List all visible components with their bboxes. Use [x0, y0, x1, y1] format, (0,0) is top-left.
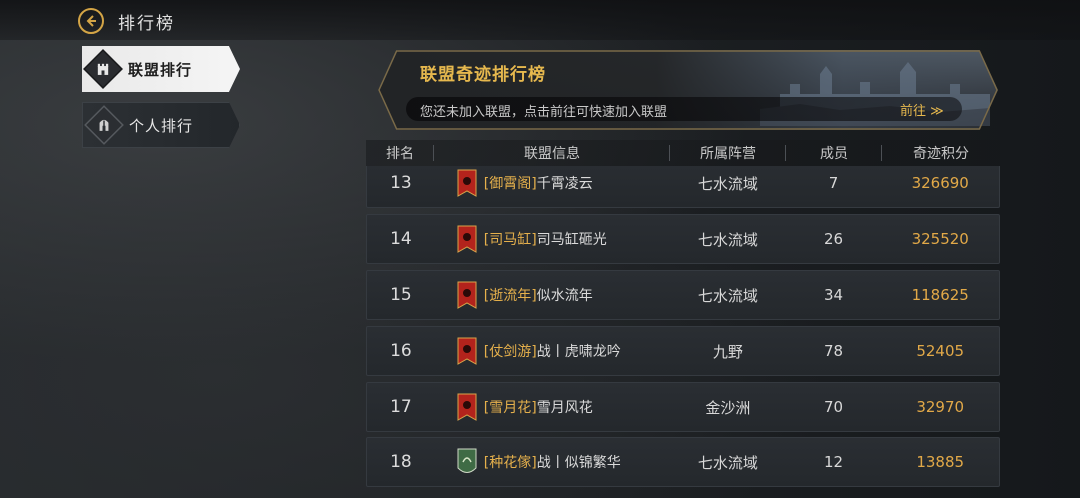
- col-members: 成员: [786, 143, 882, 163]
- red-banner-flag-icon: [457, 225, 477, 253]
- col-rank: 排名: [366, 143, 434, 163]
- alliance-info: [雪月花] 雪月风花: [435, 393, 670, 421]
- helmet-icon: [84, 105, 124, 145]
- alliance-name: 似水流年: [536, 288, 593, 304]
- red-banner-flag-icon: [457, 169, 477, 197]
- rank: 13: [390, 173, 412, 193]
- back-arrow-icon: [86, 15, 96, 27]
- red-banner-flag-icon: [457, 393, 477, 421]
- members: 34: [824, 286, 844, 304]
- members: 70: [824, 398, 844, 416]
- ranking-list[interactable]: 13 [御霄阁] 千霄凌云 七水流域 7 326690 14 [司马缸] 司马缸砸光…: [366, 166, 1000, 498]
- alliance-tag: [御霄阁]: [483, 176, 537, 192]
- alliance-name: 雪月风花: [536, 400, 593, 416]
- table-row[interactable]: 18 [种花傢] 战丨似锦繁华 七水流域 12 13885: [366, 437, 1000, 487]
- camp: 七水流域: [697, 230, 758, 249]
- rank: 14: [390, 229, 412, 249]
- members: 78: [824, 342, 844, 360]
- tab-label: 个人排行: [129, 116, 194, 135]
- alliance-info: [种花傢] 战丨似锦繁华: [435, 448, 670, 476]
- alliance-tag: [仗剑游]: [483, 344, 537, 360]
- castle-icon: [83, 49, 123, 89]
- col-camp: 所属阵营: [670, 143, 786, 163]
- table-row[interactable]: 13 [御霄阁] 千霄凌云 七水流域 7 326690: [366, 166, 1000, 208]
- alliance-info: [逝流年] 似水流年: [435, 281, 670, 309]
- wonder-score: 32970: [916, 398, 965, 416]
- alliance-info: [御霄阁] 千霄凌云: [435, 169, 670, 197]
- col-wonder-score: 奇迹积分: [913, 146, 969, 162]
- camp: 金沙洲: [705, 398, 751, 417]
- camp: 七水流域: [697, 453, 758, 472]
- alliance-name: 千霄凌云: [536, 176, 593, 192]
- alliance-name: 司马缸砸光: [536, 232, 607, 248]
- members: 7: [828, 174, 839, 192]
- alliance-tag: [雪月花]: [483, 400, 537, 416]
- wonder-score: 325520: [911, 230, 969, 248]
- col-alliance-info: 联盟信息: [434, 143, 670, 163]
- members: 26: [824, 230, 844, 248]
- alliance-name: 战丨似锦繁华: [536, 455, 621, 471]
- red-banner-flag-icon: [457, 281, 477, 309]
- table-row[interactable]: 14 [司马缸] 司马缸砸光 七水流域 26 325520: [366, 214, 1000, 264]
- tab-alliance-ranking[interactable]: 联盟排行: [82, 46, 240, 92]
- members: 12: [824, 453, 844, 471]
- rank: 16: [390, 341, 412, 361]
- green-banner-flag-icon: [457, 448, 477, 473]
- wonder-score: 326690: [911, 174, 969, 192]
- alliance-tag: [种花傢]: [483, 455, 537, 471]
- alliance-tag: [逝流年]: [483, 288, 537, 304]
- tab-personal-ranking[interactable]: 个人排行: [82, 102, 240, 148]
- table-row[interactable]: 15 [逝流年] 似水流年 七水流域 34 118625: [366, 270, 1000, 320]
- alliance-info: [司马缸] 司马缸砸光: [435, 225, 670, 253]
- tab-label: 联盟排行: [128, 60, 193, 79]
- camp: 七水流域: [697, 286, 758, 305]
- table-header: 排名 联盟信息 所属阵营 成员 奇迹积分: [366, 140, 1000, 166]
- rank: 18: [390, 452, 412, 472]
- table-row[interactable]: 17 [雪月花] 雪月风花 金沙洲 70 32970: [366, 382, 1000, 432]
- join-alliance-hint: 您还未加入联盟，点击前往可快速加入联盟: [420, 105, 668, 120]
- red-banner-flag-icon: [457, 337, 477, 365]
- wonder-score: 52405: [916, 342, 965, 360]
- goto-button[interactable]: 前往 ≫: [900, 100, 944, 119]
- alliance-tag: [司马缸]: [483, 232, 537, 248]
- page-title: 排行榜: [118, 14, 175, 34]
- camp: 九野: [712, 342, 743, 361]
- back-button[interactable]: [78, 8, 104, 34]
- rank: 17: [390, 397, 412, 417]
- alliance-name: 战丨虎啸龙吟: [536, 344, 621, 360]
- camp: 七水流域: [697, 174, 758, 193]
- wonder-score: 118625: [911, 286, 969, 304]
- table-row[interactable]: 16 [仗剑游] 战丨虎啸龙吟 九野 78 52405: [366, 326, 1000, 376]
- rank: 15: [390, 285, 412, 305]
- banner-title: 联盟奇迹排行榜: [420, 65, 546, 85]
- top-bar: 排行榜: [0, 0, 1080, 40]
- alliance-info: [仗剑游] 战丨虎啸龙吟: [435, 337, 670, 365]
- wonder-score: 13885: [916, 453, 965, 471]
